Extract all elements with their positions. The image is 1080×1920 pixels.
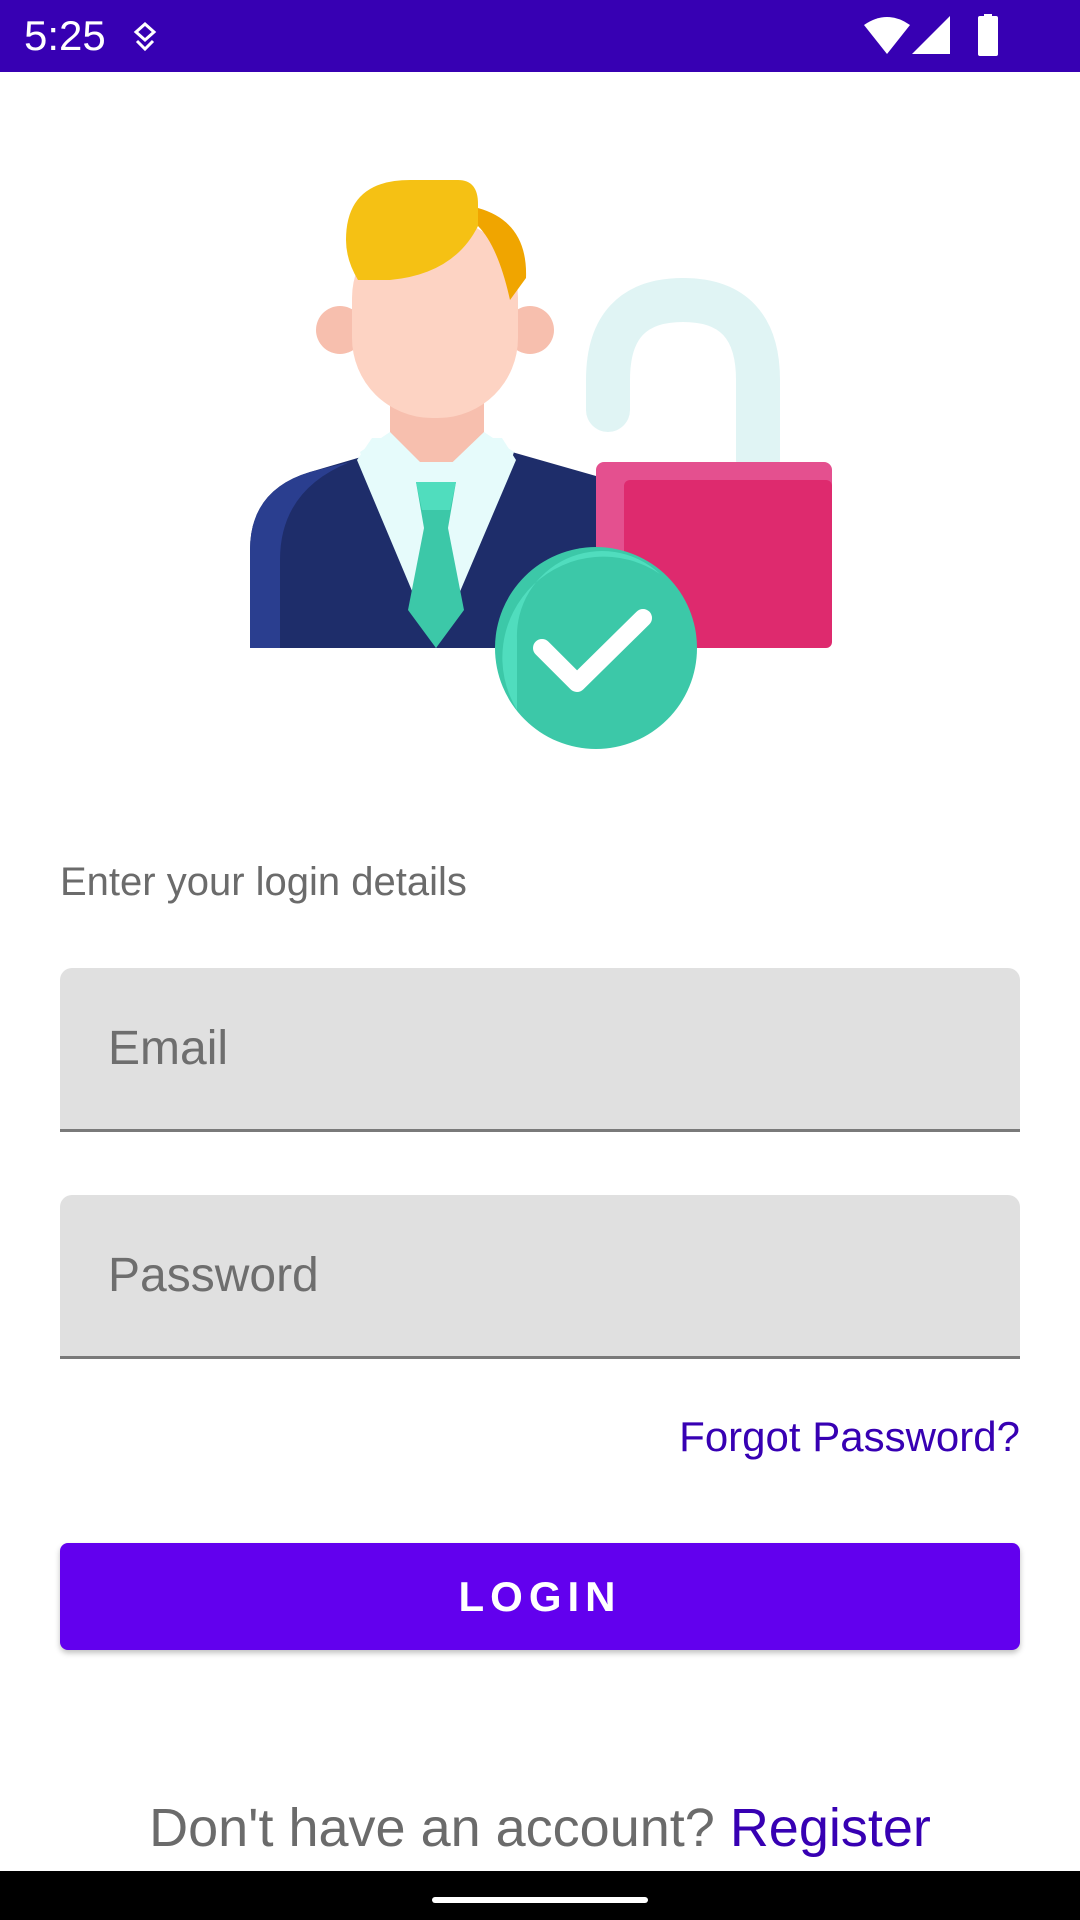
login-button[interactable]: LOGIN [60,1543,1020,1650]
battery-icon [978,14,998,56]
email-field[interactable] [60,968,1020,1132]
register-prompt: Don't have an account? [149,1798,730,1858]
download-indicator-icon [133,22,157,52]
password-field[interactable] [60,1195,1020,1359]
cell-signal-icon [912,16,950,54]
status-time: 5:25 [24,12,106,59]
login-prompt: Enter your login details [60,860,467,904]
status-bar: 5:25 [0,0,1080,72]
login-screen: 5:25 Enter your login details Email Forg… [0,0,1080,1920]
password-input[interactable] [60,1195,1020,1356]
email-input[interactable] [60,968,1020,1129]
home-gesture-handle[interactable] [432,1897,648,1903]
register-link[interactable]: Register [730,1798,931,1858]
forgot-password-link[interactable]: Forgot Password? [679,1412,1020,1462]
user-unlock-success-icon [250,180,832,749]
wifi-icon [864,17,910,54]
navigation-bar [0,1871,1080,1920]
register-row: Don't have an account? Register [0,1796,1080,1860]
